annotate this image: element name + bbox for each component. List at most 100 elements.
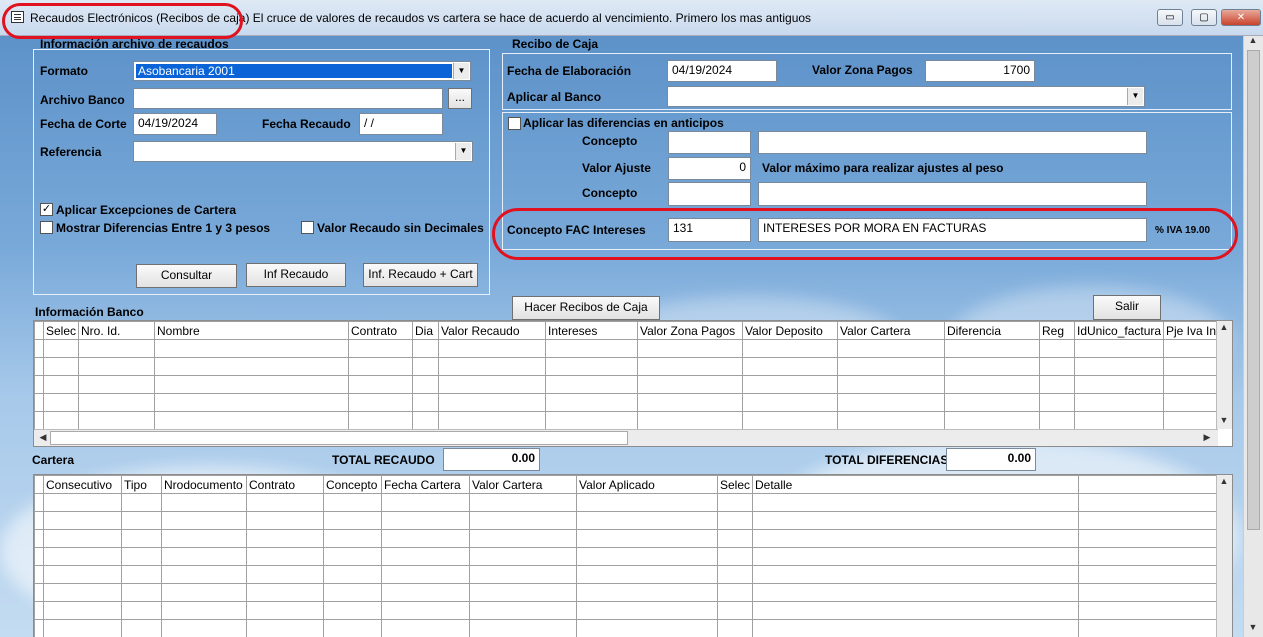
- table-cell[interactable]: [944, 375, 1040, 394]
- table-cell[interactable]: [1078, 601, 1218, 620]
- table-cell[interactable]: [246, 547, 324, 566]
- scroll-down-arrow[interactable]: ▼: [1246, 622, 1260, 632]
- table-cell[interactable]: [1163, 411, 1218, 430]
- table-cell[interactable]: [576, 619, 718, 637]
- table-cell[interactable]: [412, 411, 439, 430]
- table-cell[interactable]: [381, 511, 470, 530]
- banco-col-header[interactable]: Nombre: [154, 321, 349, 340]
- table-cell[interactable]: [43, 547, 122, 566]
- table-cell[interactable]: [545, 375, 638, 394]
- table-cell[interactable]: [1039, 357, 1075, 376]
- banco-col-header[interactable]: Valor Zona Pagos: [637, 321, 743, 340]
- table-row[interactable]: [34, 511, 1218, 530]
- table-cell[interactable]: [752, 619, 1079, 637]
- table-cell[interactable]: [717, 493, 753, 512]
- table-cell[interactable]: [1078, 529, 1218, 548]
- consultar-button[interactable]: Consultar: [136, 264, 237, 288]
- fecha-recaudo-input[interactable]: / /: [359, 113, 443, 135]
- table-cell[interactable]: [1039, 375, 1075, 394]
- table-cell[interactable]: [43, 411, 79, 430]
- table-cell[interactable]: [1074, 339, 1164, 358]
- table-cell[interactable]: [34, 393, 44, 412]
- table-cell[interactable]: [246, 493, 324, 512]
- banco-horizontal-scrollbar[interactable]: ◀ ▶: [34, 429, 1218, 446]
- table-cell[interactable]: [742, 393, 838, 412]
- table-cell[interactable]: [412, 375, 439, 394]
- table-cell[interactable]: [944, 339, 1040, 358]
- table-cell[interactable]: [742, 357, 838, 376]
- table-cell[interactable]: [752, 547, 1079, 566]
- cartera-col-header[interactable]: Detalle: [752, 475, 1079, 494]
- table-cell[interactable]: [154, 393, 349, 412]
- table-cell[interactable]: [576, 529, 718, 548]
- table-cell[interactable]: [121, 529, 162, 548]
- table-cell[interactable]: [545, 339, 638, 358]
- formato-select[interactable]: Asobancaria 2001 ▼: [133, 61, 471, 81]
- table-cell[interactable]: [246, 601, 324, 620]
- table-cell[interactable]: [717, 565, 753, 584]
- browse-button[interactable]: ...: [448, 88, 472, 109]
- maximize-button[interactable]: ▢: [1191, 9, 1217, 26]
- scroll-up-arrow[interactable]: ▲: [1246, 35, 1260, 45]
- banco-col-header[interactable]: Nro. Id.: [78, 321, 155, 340]
- table-cell[interactable]: [1074, 375, 1164, 394]
- table-row[interactable]: [34, 547, 1218, 566]
- banco-col-header[interactable]: Contrato: [348, 321, 413, 340]
- hacer-recibos-button[interactable]: Hacer Recibos de Caja: [512, 296, 660, 320]
- scroll-right-arrow[interactable]: ▶: [1200, 432, 1214, 443]
- table-cell[interactable]: [161, 493, 247, 512]
- banco-col-header[interactable]: Intereses: [545, 321, 638, 340]
- banco-col-header[interactable]: Selec: [43, 321, 79, 340]
- table-cell[interactable]: [1074, 411, 1164, 430]
- table-cell[interactable]: [246, 529, 324, 548]
- table-cell[interactable]: [161, 511, 247, 530]
- banco-col-header[interactable]: Valor Recaudo: [438, 321, 546, 340]
- table-cell[interactable]: [837, 375, 945, 394]
- cartera-col-header[interactable]: Valor Cartera: [469, 475, 577, 494]
- table-cell[interactable]: [837, 393, 945, 412]
- table-row[interactable]: [34, 565, 1218, 584]
- table-cell[interactable]: [1078, 493, 1218, 512]
- table-cell[interactable]: [576, 583, 718, 602]
- table-cell[interactable]: [161, 619, 247, 637]
- table-cell[interactable]: [323, 493, 382, 512]
- table-cell[interactable]: [469, 565, 577, 584]
- table-row[interactable]: [34, 411, 1218, 430]
- table-cell[interactable]: [323, 619, 382, 637]
- table-cell[interactable]: [348, 393, 413, 412]
- table-row[interactable]: [34, 393, 1218, 412]
- table-cell[interactable]: [438, 411, 546, 430]
- table-cell[interactable]: [348, 339, 413, 358]
- table-cell[interactable]: [469, 619, 577, 637]
- table-cell[interactable]: [246, 619, 324, 637]
- table-cell[interactable]: [576, 493, 718, 512]
- table-cell[interactable]: [1078, 619, 1218, 637]
- scroll-down-arrow[interactable]: ▼: [1217, 415, 1231, 425]
- table-cell[interactable]: [637, 411, 743, 430]
- table-cell[interactable]: [717, 583, 753, 602]
- cartera-grid[interactable]: Consecutivo Tipo Nrodocumento Contrato C…: [33, 474, 1233, 637]
- table-cell[interactable]: [34, 547, 44, 566]
- banco-grid[interactable]: Selec Nro. Id. Nombre Contrato Dia Valor…: [33, 320, 1233, 447]
- table-cell[interactable]: [323, 565, 382, 584]
- table-row[interactable]: [34, 583, 1218, 602]
- banco-col-header[interactable]: IdUnico_factura: [1074, 321, 1164, 340]
- table-cell[interactable]: [34, 583, 44, 602]
- table-cell[interactable]: [742, 339, 838, 358]
- table-cell[interactable]: [34, 339, 44, 358]
- table-cell[interactable]: [752, 601, 1079, 620]
- table-cell[interactable]: [323, 601, 382, 620]
- table-cell[interactable]: [34, 357, 44, 376]
- table-cell[interactable]: [43, 493, 122, 512]
- table-cell[interactable]: [161, 583, 247, 602]
- table-cell[interactable]: [1163, 393, 1218, 412]
- table-cell[interactable]: [381, 565, 470, 584]
- table-cell[interactable]: [154, 357, 349, 376]
- table-cell[interactable]: [121, 601, 162, 620]
- referencia-select[interactable]: ▼: [133, 141, 473, 162]
- table-cell[interactable]: [1078, 583, 1218, 602]
- table-cell[interactable]: [1074, 393, 1164, 412]
- table-row[interactable]: [34, 493, 1218, 512]
- table-cell[interactable]: [43, 565, 122, 584]
- table-cell[interactable]: [412, 357, 439, 376]
